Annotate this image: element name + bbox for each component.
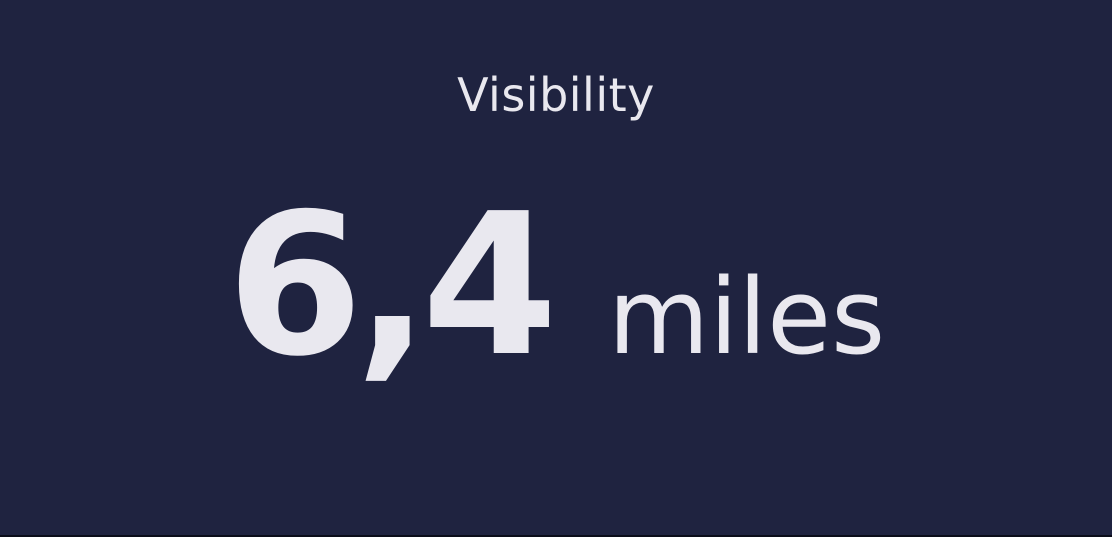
visibility-value: 6,4 bbox=[226, 172, 558, 400]
visibility-reading: 6,4 miles bbox=[0, 188, 1112, 384]
visibility-card: Visibility 6,4 miles bbox=[0, 0, 1112, 537]
widget-title: Visibility bbox=[457, 68, 655, 122]
visibility-unit: miles bbox=[607, 256, 886, 378]
